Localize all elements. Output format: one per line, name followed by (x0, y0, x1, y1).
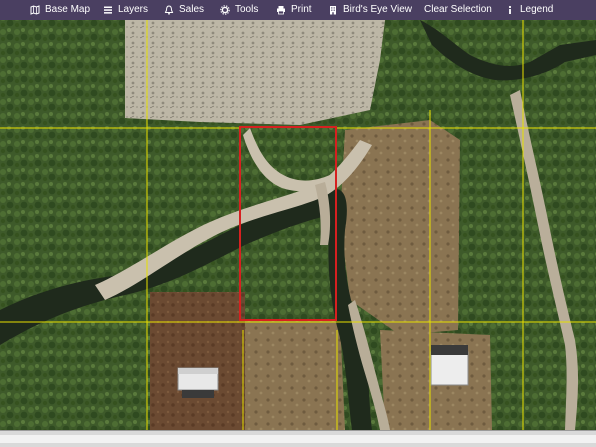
birds-eye-view-label: Bird's Eye View (343, 4, 412, 15)
print-button[interactable]: Print (276, 0, 312, 20)
layers-button[interactable]: Layers (103, 0, 148, 20)
legend-label: Legend (520, 4, 554, 15)
toolbar: Base Map Layers Sales Tools Print Bird's… (0, 0, 596, 20)
cleared-land-area (125, 20, 385, 125)
sales-label: Sales (179, 4, 205, 15)
sales-button[interactable]: Sales (164, 0, 204, 20)
house-east (430, 345, 469, 386)
info-icon (508, 5, 512, 14)
gear-icon (220, 5, 230, 15)
bell-icon (164, 5, 174, 15)
tools-label: Tools (235, 4, 259, 15)
base-map-label: Base Map (45, 4, 91, 15)
clear-selection-label: Clear Selection (424, 4, 492, 15)
building-icon (330, 6, 336, 15)
scrollbar-track[interactable] (0, 435, 596, 443)
bottom-scrollbar[interactable] (0, 430, 596, 447)
clear-selection-button[interactable]: Clear Selection (424, 0, 492, 20)
house-west (177, 367, 219, 398)
tools-button[interactable]: Tools (220, 0, 258, 20)
print-icon (277, 6, 285, 15)
print-label: Print (291, 4, 312, 15)
map-icon (30, 5, 40, 15)
birds-eye-view-button[interactable]: Bird's Eye View (328, 0, 412, 20)
layers-label: Layers (118, 4, 149, 15)
aerial-map[interactable] (0, 20, 596, 430)
layers-icon (104, 6, 112, 14)
base-map-button[interactable]: Base Map (30, 0, 90, 20)
legend-button[interactable]: Legend (505, 0, 553, 20)
brown-field-west (150, 292, 245, 430)
brown-field-center (245, 320, 345, 430)
